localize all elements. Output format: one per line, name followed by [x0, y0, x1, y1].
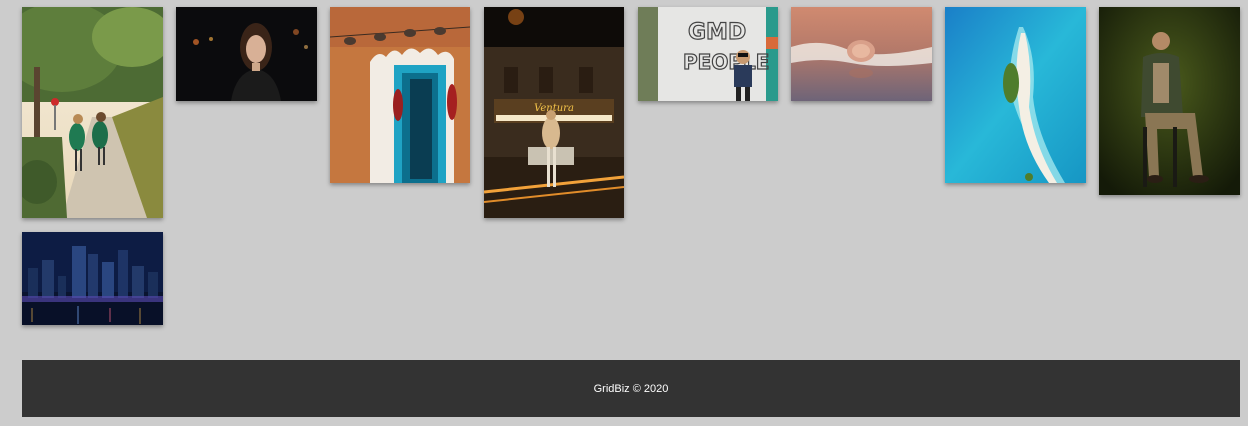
photo-island-aerial[interactable] [945, 7, 1086, 183]
svg-text:GMD: GMD [688, 20, 746, 45]
photo-image [1099, 7, 1240, 195]
photo-girls-walking-sidewalk[interactable] [22, 7, 163, 218]
photo-ventura-theater-night[interactable]: Ventura [484, 7, 624, 218]
photo-image: Ventura [484, 7, 624, 218]
footer-copyright: GridBiz © 2020 [593, 382, 669, 395]
photo-woman-portrait-night[interactable] [176, 7, 317, 101]
photo-seashell-waves[interactable] [791, 7, 932, 101]
photo-adobe-blue-door[interactable] [330, 7, 470, 183]
svg-text:PEOPLE: PEOPLE [683, 50, 769, 74]
photo-image [176, 7, 317, 101]
photo-man-seated-portrait[interactable] [1099, 7, 1240, 195]
photo-image: GMD PEOPLE [638, 7, 778, 101]
photo-city-skyline-night[interactable] [22, 232, 163, 325]
photo-image [22, 232, 163, 325]
photo-image [330, 7, 470, 183]
footer: GridBiz © 2020 [22, 360, 1240, 417]
photo-boy-graffiti-wall[interactable]: GMD PEOPLE [638, 7, 778, 101]
photo-image [22, 7, 163, 218]
photo-image [945, 7, 1086, 183]
photo-image [791, 7, 932, 101]
